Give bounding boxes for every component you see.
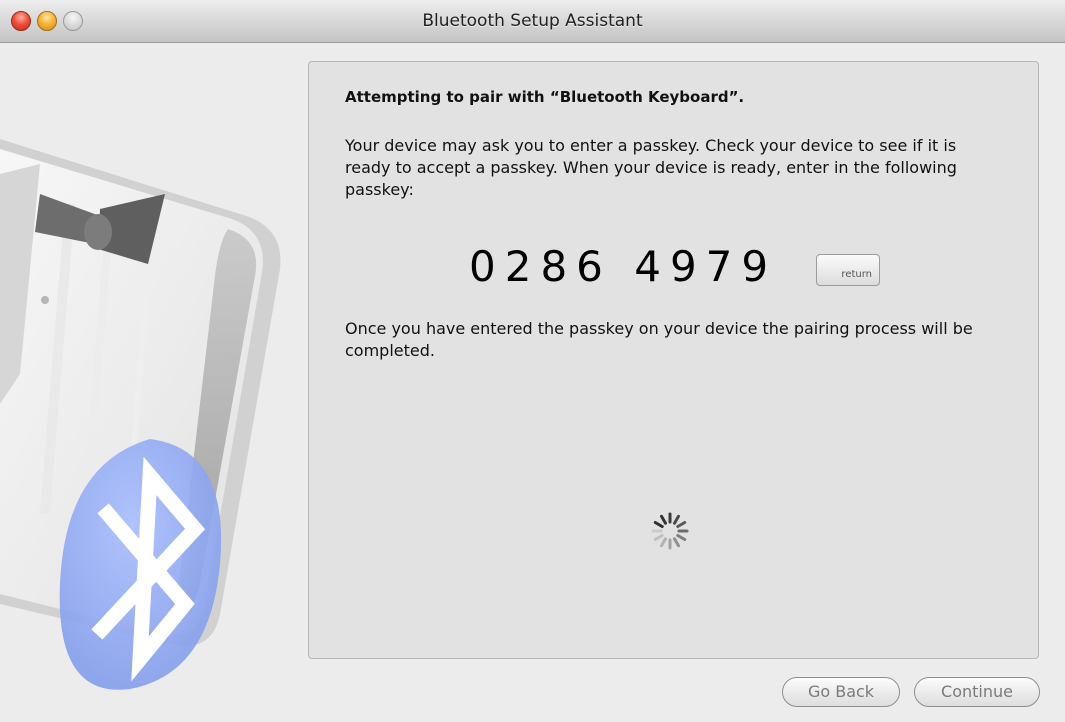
continue-button[interactable]: Continue <box>914 677 1040 707</box>
pairing-heading: Attempting to pair with “Bluetooth Keybo… <box>345 88 745 106</box>
pairing-content-panel: Attempting to pair with “Bluetooth Keybo… <box>308 61 1039 659</box>
go-back-button[interactable]: Go Back <box>782 677 900 707</box>
passkey-instructions: Your device may ask you to enter a passk… <box>345 136 957 199</box>
progress-spinner-icon <box>651 512 689 550</box>
return-key-icon: return <box>816 254 880 286</box>
setup-assistant-window: Bluetooth Setup Assistant Attempting to … <box>0 0 1065 722</box>
window-title: Bluetooth Setup Assistant <box>422 11 643 31</box>
passkey-value: 0286 4979 <box>469 242 778 291</box>
title-bar[interactable]: Bluetooth Setup Assistant <box>0 0 1065 43</box>
completion-note: Once you have entered the passkey on you… <box>345 319 973 360</box>
bluetooth-assistant-artwork <box>0 139 281 690</box>
